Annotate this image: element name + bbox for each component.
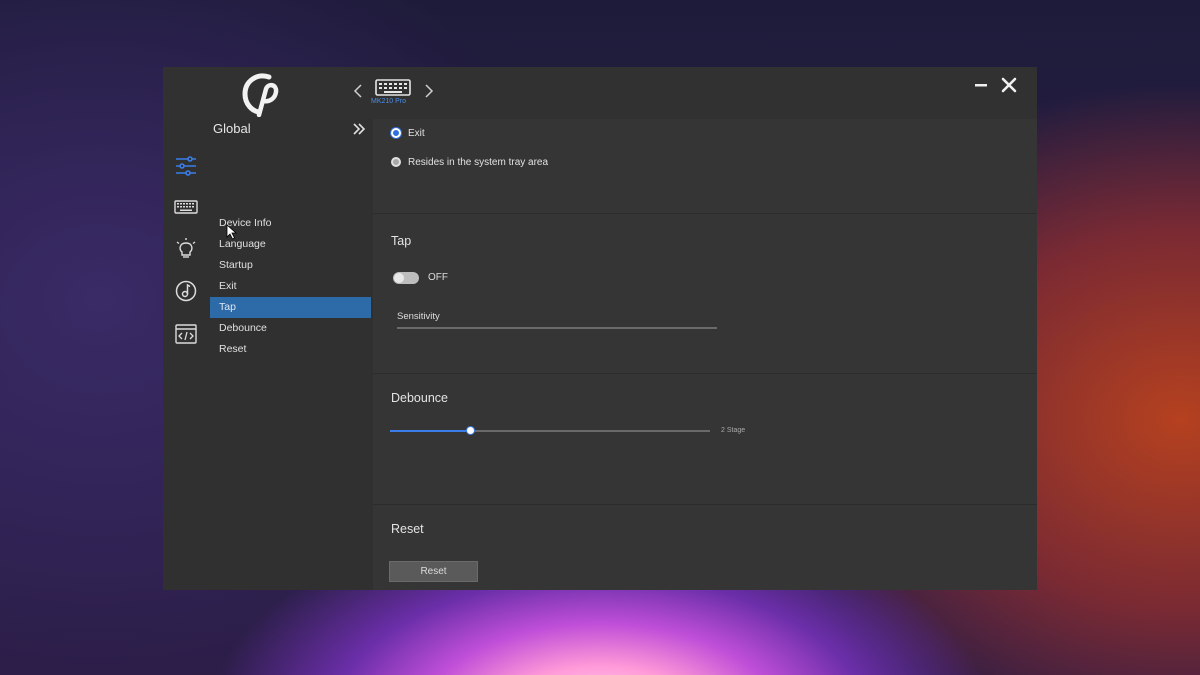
radio-selected[interactable] <box>391 128 401 138</box>
sensitivity-label: Sensitivity <box>397 311 440 322</box>
tap-title: Tap <box>391 234 412 248</box>
menu-item-reset[interactable]: Reset <box>210 339 371 360</box>
menu-item-tap[interactable]: Tap <box>210 297 371 318</box>
exit-option-tray[interactable]: Resides in the system tray area <box>391 154 548 170</box>
reset-section: Reset Reset <box>373 505 1037 590</box>
exit-option-label: Resides in the system tray area <box>408 156 549 168</box>
reset-title: Reset <box>391 522 424 536</box>
double-chevron-right-icon[interactable] <box>352 122 366 136</box>
menu-item-exit[interactable]: Exit <box>210 276 371 297</box>
music-note-icon[interactable] <box>174 279 198 303</box>
code-icon[interactable] <box>174 322 198 346</box>
exit-section: Exit Resides in the system tray area <box>373 119 1037 214</box>
debounce-title: Debounce <box>391 391 448 405</box>
minimize-icon[interactable] <box>973 77 989 93</box>
app-logo <box>242 73 279 117</box>
menu-item-debounce[interactable]: Debounce <box>210 318 371 339</box>
close-icon[interactable] <box>1000 76 1018 94</box>
menu-title: Global <box>213 121 251 136</box>
exit-option-exit[interactable]: Exit <box>391 125 425 141</box>
radio-unselected[interactable] <box>391 157 401 167</box>
tap-section: Tap OFF Sensitivity <box>373 214 1037 374</box>
reset-button[interactable]: Reset <box>389 561 478 582</box>
menu-item-startup[interactable]: Startup <box>210 255 371 276</box>
app-window: MK210 Pro Global Device Info Language St… <box>163 67 1037 590</box>
lightbulb-icon[interactable] <box>174 237 198 261</box>
keyboard-icon[interactable] <box>174 195 198 219</box>
sensitivity-slider[interactable] <box>397 327 717 329</box>
exit-option-label: Exit <box>408 127 425 139</box>
sliders-icon[interactable] <box>174 154 198 178</box>
debounce-stage-label: 2 Stage <box>721 427 746 434</box>
debounce-section: Debounce 2 Stage <box>373 374 1037 505</box>
tap-toggle-label: OFF <box>428 272 448 283</box>
device-name-label: MK210 Pro <box>371 98 407 105</box>
title-bar: MK210 Pro <box>163 67 1037 119</box>
settings-menu: Global Device Info Language Startup Exit… <box>210 119 373 590</box>
icon-sidebar <box>163 119 211 590</box>
debounce-slider-thumb[interactable] <box>466 426 475 435</box>
debounce-slider-fill <box>390 430 470 432</box>
chevron-left-icon[interactable] <box>351 83 365 99</box>
mouse-cursor-icon <box>226 224 238 240</box>
settings-content: Exit Resides in the system tray area Tap… <box>373 119 1037 590</box>
chevron-right-icon[interactable] <box>422 83 436 99</box>
tap-toggle[interactable] <box>393 272 419 284</box>
